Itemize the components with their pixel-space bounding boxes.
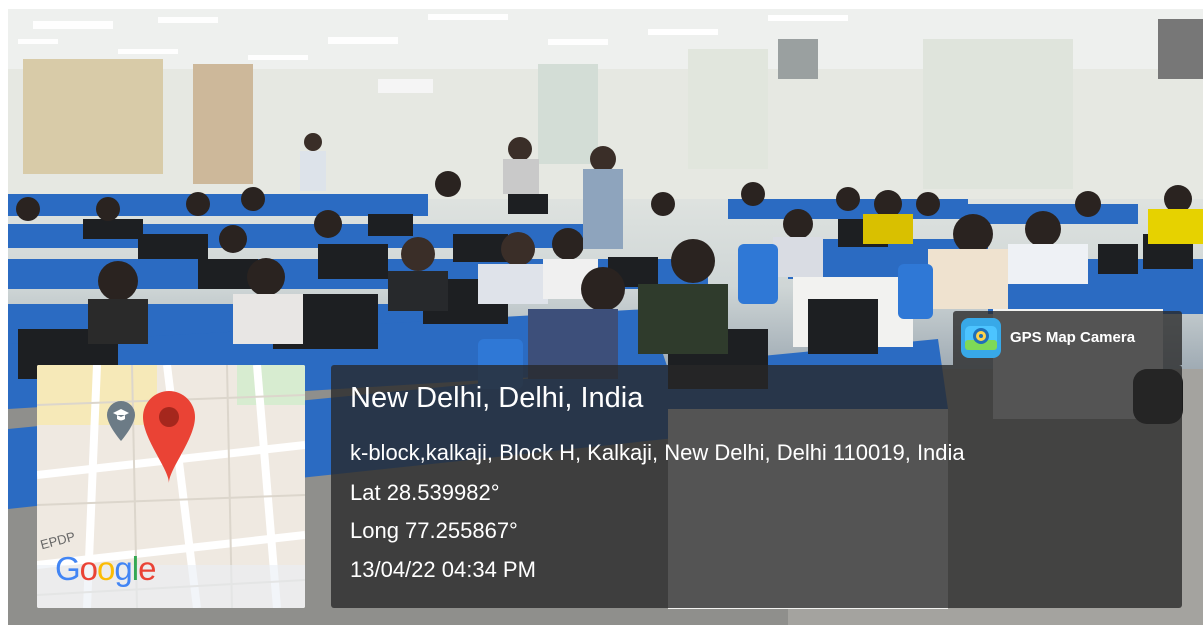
gps-map-camera-app-icon [961, 318, 1001, 358]
timestamp: 13/04/22 04:34 PM [350, 557, 536, 582]
latitude: Lat 28.539982° [350, 480, 500, 505]
gps-map-camera-label: GPS Map Camera [1010, 329, 1136, 346]
location-title: New Delhi, Delhi, India [350, 382, 644, 414]
location-address: k-block,kalkaji, Block H, Kalkaji, New D… [350, 440, 965, 465]
google-logo: Google [55, 550, 156, 587]
longitude: Long 77.255867° [350, 518, 518, 543]
